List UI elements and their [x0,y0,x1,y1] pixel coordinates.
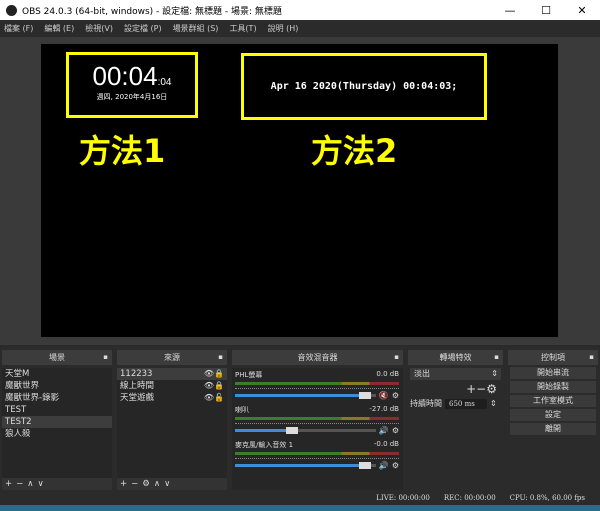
maximize-button[interactable]: ☐ [528,4,564,17]
eye-lock-icon[interactable]: 👁🔒 [204,368,227,380]
menu-scene-collection[interactable]: 場景群組 (S) [173,23,219,34]
sources-dock: 來源 112233 👁🔒 線上時間 👁🔒 天堂遊戲 👁🔓 +−⚙∧∨ [117,350,227,490]
method1-label: 方法1 [79,132,166,170]
source-item[interactable]: 線上時間 👁🔒 [117,380,227,392]
mixer-channel: PHL螢幕 0.0 dB 🔇 ⚙ [232,368,403,403]
scenes-dock: 場景 天堂M 魔獸世界 魔獸世界-錄影 TEST TEST2 狼人殺 +−∧∨ [2,350,112,490]
scene-item[interactable]: TEST2 [2,416,112,428]
obs-logo-icon [6,4,17,16]
sources-title: 來源 [117,350,227,365]
eye-unlock-icon[interactable]: 👁🔓 [204,392,227,404]
mixer-dock: 音效混音器 PHL螢幕0.0 dB 🔇⚙ 喇叭-27.0 dB 🔊⚙ 麥克風/輸… [232,350,403,490]
gear-icon[interactable]: ⚙ [392,391,399,400]
scenes-title: 場景 [2,350,112,365]
method2-label: 方法2 [311,132,398,170]
start-streaming-button[interactable]: 開始串流 [510,367,596,379]
controls-title: 控制項 [508,350,598,365]
menu-edit[interactable]: 編輯 (E) [44,23,74,34]
clock-time: 00:04 [92,61,158,91]
live-status: LIVE: 00:00:00 [376,493,430,502]
transition-select[interactable]: 淡出 ⇕ [410,368,501,380]
scene-item[interactable]: 天堂M [2,368,112,380]
channel-db: -0.0 dB [373,440,399,448]
studio-mode-button[interactable]: 工作室模式 [510,395,596,407]
mixer-channel: 喇叭 -27.0 dB 🔊 ⚙ [232,403,403,438]
menu-bar: 檔案 (F) 編輯 (E) 檢視(V) 設定檔 (P) 場景群組 (S) 工具(… [0,20,600,37]
menu-file[interactable]: 檔案 (F) [4,23,33,34]
volume-slider[interactable] [235,392,376,399]
source-name: 線上時間 [120,381,155,391]
scene-item[interactable]: 魔獸世界 [2,380,112,392]
eye-lock-icon[interactable]: 👁🔒 [204,380,227,392]
volume-slider[interactable] [235,462,376,469]
settings-button[interactable]: 設定 [510,409,596,421]
transitions-title: 轉場特效 [408,350,503,365]
duration-label: 持續時間 [410,399,442,408]
transitions-dock: 轉場特效 淡出⇕ +−⚙ 持續時間650 ms⇕ [408,350,503,490]
clock-date: 週四, 2020年4月16日 [96,93,168,101]
mixer-channels: PHL螢幕 0.0 dB 🔇 ⚙ 喇叭 -27.0 dB 🔊 ⚙ 麥克風/輸入音效 1-… [232,368,403,490]
window-title: OBS 24.0.3 (64-bit, windows) - 設定檔: 無標題 … [22,6,282,17]
method2-text: Apr 16 2020(Thursday) 00:04:03; [241,53,487,120]
start-recording-button[interactable]: 開始錄製 [510,381,596,393]
preview-area: 00:04:04 週四, 2020年4月16日 Apr 16 2020(Thur… [0,37,600,345]
mixer-title: 音效混音器 [232,350,403,365]
channel-name: PHL螢幕 [235,371,263,379]
volume-slider[interactable] [235,427,376,434]
menu-help[interactable]: 說明 (H) [268,23,299,34]
minimize-button[interactable]: — [492,4,528,17]
scenes-toolbar[interactable]: +−∧∨ [2,478,112,490]
speaker-icon[interactable]: 🔊 [379,461,389,470]
duration-input[interactable]: 650 ms [445,398,487,409]
channel-db: -27.0 dB [369,405,399,413]
muted-speaker-icon[interactable]: 🔇 [379,391,389,400]
channel-name: 喇叭 [235,406,249,414]
source-item[interactable]: 112233 👁🔒 [117,368,227,380]
scenes-list: 天堂M 魔獸世界 魔獸世界-錄影 TEST TEST2 狼人殺 +−∧∨ [2,368,112,490]
menu-profile[interactable]: 設定檔 (P) [124,23,162,34]
mixer-channel: 麥克風/輸入音效 1 -0.0 dB 🔊 ⚙ [232,438,403,473]
channel-db: 0.0 dB [376,370,399,378]
clock-seconds: :04 [157,77,172,88]
sources-list: 112233 👁🔒 線上時間 👁🔒 天堂遊戲 👁🔓 +−⚙∧∨ [117,368,227,490]
scene-item[interactable]: 狼人殺 [2,428,112,440]
transition-add-remove-config[interactable]: +−⚙ [410,382,501,396]
sources-toolbar[interactable]: +−⚙∧∨ [117,478,227,490]
menu-view[interactable]: 檢視(V) [85,23,113,34]
exit-button[interactable]: 離開 [510,423,596,435]
gear-icon[interactable]: ⚙ [392,461,399,470]
controls-dock: 控制項 開始串流 開始錄製 工作室模式 設定 離開 [508,350,598,490]
scene-item[interactable]: TEST [2,404,112,416]
rec-status: REC: 00:00:00 [443,493,496,502]
title-bar: OBS 24.0.3 (64-bit, windows) - 設定檔: 無標題 … [0,0,600,20]
source-name: 天堂遊戲 [120,393,155,403]
desktop-strip [0,505,600,511]
transition-value: 淡出 [414,369,430,378]
source-item[interactable]: 天堂遊戲 👁🔓 [117,392,227,404]
close-button[interactable]: ✕ [564,4,600,17]
source-name: 112233 [120,369,153,379]
status-bar: LIVE: 00:00:00 REC: 00:00:00 CPU: 0.8%, … [0,490,600,505]
menu-tools[interactable]: 工具(T) [229,23,256,34]
clock-source: 00:04:04 週四, 2020年4月16日 [66,52,198,118]
scene-item[interactable]: 魔獸世界-錄影 [2,392,112,404]
gear-icon[interactable]: ⚙ [392,426,399,435]
preview-canvas[interactable]: 00:04:04 週四, 2020年4月16日 Apr 16 2020(Thur… [41,44,558,337]
channel-name: 麥克風/輸入音效 1 [235,441,294,449]
speaker-icon[interactable]: 🔊 [379,426,389,435]
cpu-status: CPU: 0.8%, 60.00 fps [509,493,585,502]
